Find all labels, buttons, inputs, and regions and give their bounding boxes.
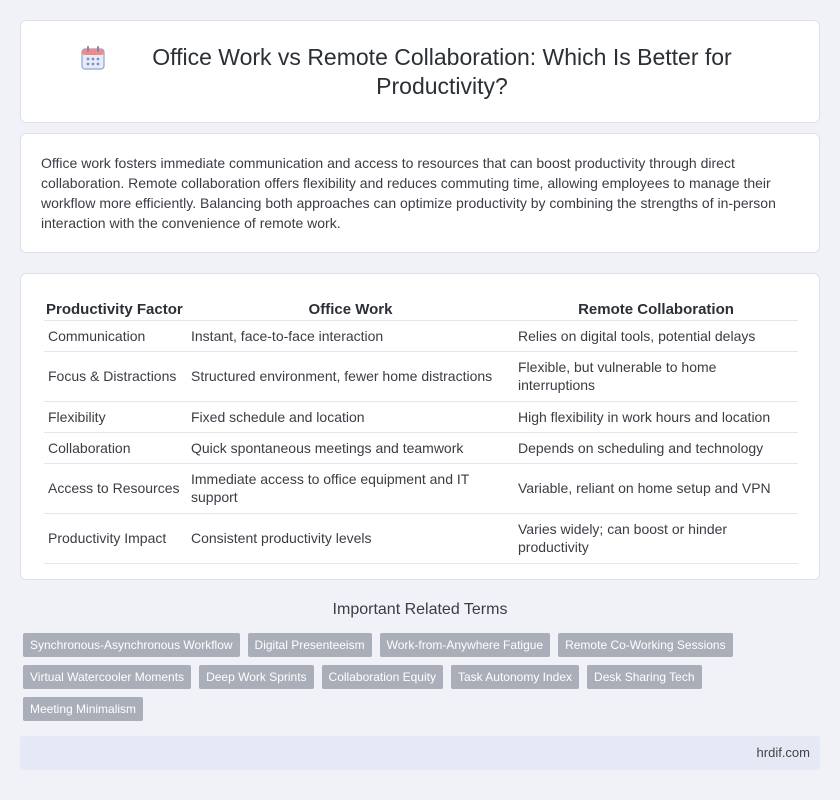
column-header-factor: Productivity Factor	[44, 294, 187, 321]
intro-card: Office work fosters immediate communicat…	[20, 133, 820, 253]
calendar-icon	[81, 46, 105, 70]
title-card: Office Work vs Remote Collaboration: Whi…	[20, 20, 820, 123]
column-header-remote: Remote Collaboration	[514, 294, 798, 321]
related-terms-heading: Important Related Terms	[332, 601, 508, 618]
table-cell-factor: Focus & Distractions	[44, 351, 187, 402]
comparison-card: Productivity Factor Office Work Remote C…	[20, 273, 820, 580]
footer-bar: hrdif.com	[20, 736, 820, 770]
table-cell-office: Immediate access to office equipment and…	[187, 463, 514, 514]
table-cell-factor: Communication	[44, 320, 187, 352]
table-cell-factor: Collaboration	[44, 432, 187, 464]
related-term-tag[interactable]: Desk Sharing Tech	[587, 665, 702, 689]
related-term-tag[interactable]: Task Autonomy Index	[450, 665, 580, 689]
intro-paragraph: Office work fosters immediate communicat…	[41, 155, 776, 231]
table-cell-factor: Productivity Impact	[44, 513, 187, 564]
related-term-tag[interactable]: Digital Presenteeism	[247, 633, 372, 657]
table-cell-office: Fixed schedule and location	[187, 401, 514, 433]
related-term-tag[interactable]: Remote Co-Working Sessions	[558, 633, 733, 657]
table-row: Access to Resources Immediate access to …	[44, 463, 798, 514]
table-cell-remote: Relies on digital tools, potential delay…	[514, 320, 798, 352]
table-cell-factor: Flexibility	[44, 401, 187, 433]
table-cell-office: Structured environment, fewer home distr…	[187, 351, 514, 402]
related-terms-list: Synchronous-Asynchronous Workflow Digita…	[23, 633, 803, 729]
table-cell-remote: Depends on scheduling and technology	[514, 432, 798, 464]
column-header-office: Office Work	[187, 294, 514, 321]
table-row: Communication Instant, face-to-face inte…	[44, 320, 798, 352]
related-term-tag[interactable]: Synchronous-Asynchronous Workflow	[23, 633, 240, 657]
table-cell-office: Quick spontaneous meetings and teamwork	[187, 432, 514, 464]
table-cell-office: Instant, face-to-face interaction	[187, 320, 514, 352]
related-term-tag[interactable]: Collaboration Equity	[321, 665, 443, 689]
related-term-tag[interactable]: Work-from-Anywhere Fatigue	[379, 633, 551, 657]
table-row: Flexibility Fixed schedule and location …	[44, 401, 798, 433]
related-term-tag[interactable]: Deep Work Sprints	[199, 665, 314, 689]
table-header-row: Productivity Factor Office Work Remote C…	[44, 294, 798, 321]
table-cell-factor: Access to Resources	[44, 463, 187, 514]
table-cell-remote: Varies widely; can boost or hinder produ…	[514, 513, 798, 564]
table-cell-remote: High flexibility in work hours and locat…	[514, 401, 798, 433]
table-cell-office: Consistent productivity levels	[187, 513, 514, 564]
page-title: Office Work vs Remote Collaboration: Whi…	[152, 43, 732, 99]
table-row: Productivity Impact Consistent productiv…	[44, 513, 798, 564]
related-term-tag[interactable]: Virtual Watercooler Moments	[23, 665, 192, 689]
table-cell-remote: Flexible, but vulnerable to home interru…	[514, 351, 798, 402]
comparison-table: Productivity Factor Office Work Remote C…	[44, 294, 798, 564]
footer-site-link[interactable]: hrdif.com	[757, 745, 810, 760]
table-cell-remote: Variable, reliant on home setup and VPN	[514, 463, 798, 514]
table-row: Focus & Distractions Structured environm…	[44, 351, 798, 402]
related-term-tag[interactable]: Meeting Minimalism	[23, 697, 144, 721]
table-row: Collaboration Quick spontaneous meetings…	[44, 432, 798, 464]
